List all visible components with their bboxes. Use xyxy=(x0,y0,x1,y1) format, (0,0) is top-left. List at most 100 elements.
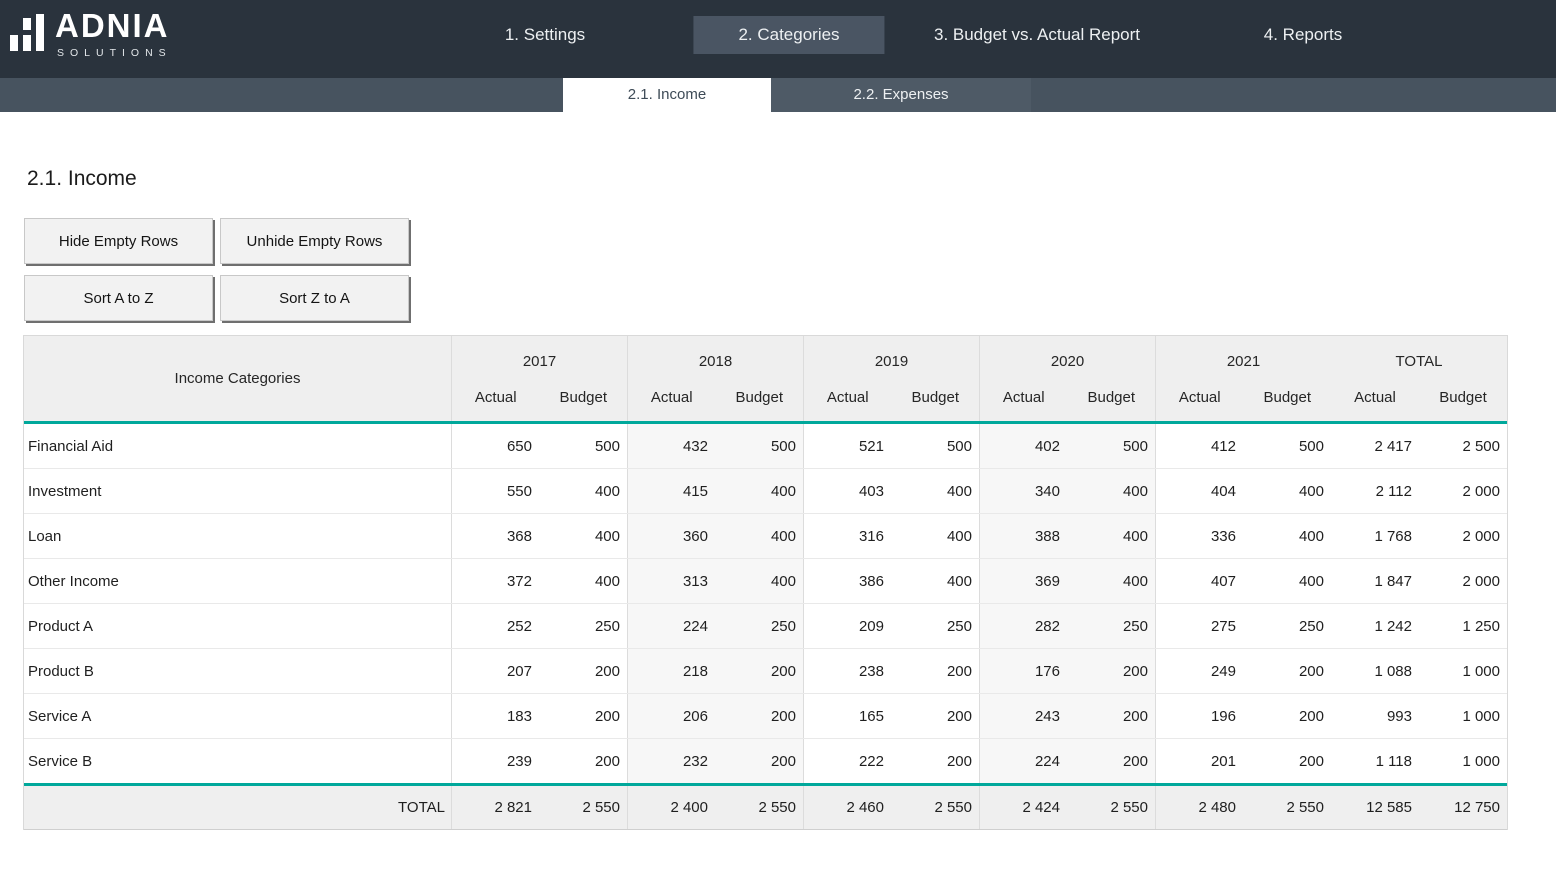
value-cell[interactable]: 368 xyxy=(451,514,539,558)
value-cell[interactable]: 196 xyxy=(1155,694,1243,738)
value-cell[interactable]: 500 xyxy=(715,424,803,468)
value-cell[interactable]: 407 xyxy=(1155,559,1243,603)
value-cell[interactable]: 200 xyxy=(1243,739,1331,783)
value-cell[interactable]: 224 xyxy=(627,604,715,648)
value-cell[interactable]: 400 xyxy=(1243,514,1331,558)
value-cell[interactable]: 2 000 xyxy=(1419,559,1507,603)
value-cell[interactable]: 400 xyxy=(715,559,803,603)
value-cell[interactable]: 316 xyxy=(803,514,891,558)
value-cell[interactable]: 340 xyxy=(979,469,1067,513)
value-cell[interactable]: 402 xyxy=(979,424,1067,468)
value-cell[interactable]: 500 xyxy=(1243,424,1331,468)
value-cell[interactable]: 412 xyxy=(1155,424,1243,468)
value-cell[interactable]: 400 xyxy=(891,559,979,603)
value-cell[interactable]: 200 xyxy=(715,739,803,783)
value-cell[interactable]: 200 xyxy=(539,739,627,783)
nav-tab-settings[interactable]: 1. Settings xyxy=(460,16,630,54)
subnav-tab-income[interactable]: 2.1. Income xyxy=(563,78,771,112)
category-cell[interactable]: Service B xyxy=(24,739,451,783)
value-cell[interactable]: 200 xyxy=(1243,694,1331,738)
sort-z-to-a-button[interactable]: Sort Z to A xyxy=(220,275,409,321)
category-cell[interactable]: Product A xyxy=(24,604,451,648)
value-cell[interactable]: 415 xyxy=(627,469,715,513)
value-cell[interactable]: 282 xyxy=(979,604,1067,648)
value-cell[interactable]: 238 xyxy=(803,649,891,693)
nav-tab-budget-vs-actual-report[interactable]: 3. Budget vs. Actual Report xyxy=(889,16,1185,54)
sort-a-to-z-button[interactable]: Sort A to Z xyxy=(24,275,213,321)
value-cell[interactable]: 222 xyxy=(803,739,891,783)
subnav-tab-expenses[interactable]: 2.2. Expenses xyxy=(771,78,1031,112)
category-cell[interactable]: Product B xyxy=(24,649,451,693)
value-cell[interactable]: 232 xyxy=(627,739,715,783)
value-cell[interactable]: 1 847 xyxy=(1331,559,1419,603)
value-cell[interactable]: 521 xyxy=(803,424,891,468)
category-cell[interactable]: Investment xyxy=(24,469,451,513)
value-cell[interactable]: 250 xyxy=(1067,604,1155,648)
value-cell[interactable]: 313 xyxy=(627,559,715,603)
value-cell[interactable]: 1 768 xyxy=(1331,514,1419,558)
value-cell[interactable]: 550 xyxy=(451,469,539,513)
value-cell[interactable]: 200 xyxy=(891,694,979,738)
value-cell[interactable]: 200 xyxy=(1067,694,1155,738)
value-cell[interactable]: 400 xyxy=(1243,469,1331,513)
category-cell[interactable]: Loan xyxy=(24,514,451,558)
value-cell[interactable]: 200 xyxy=(539,649,627,693)
value-cell[interactable]: 1 000 xyxy=(1419,739,1507,783)
value-cell[interactable]: 224 xyxy=(979,739,1067,783)
category-cell[interactable]: Financial Aid xyxy=(24,424,451,468)
value-cell[interactable]: 400 xyxy=(891,514,979,558)
value-cell[interactable]: 403 xyxy=(803,469,891,513)
value-cell[interactable]: 400 xyxy=(715,469,803,513)
value-cell[interactable]: 400 xyxy=(891,469,979,513)
value-cell[interactable]: 207 xyxy=(451,649,539,693)
value-cell[interactable]: 200 xyxy=(539,694,627,738)
value-cell[interactable]: 201 xyxy=(1155,739,1243,783)
value-cell[interactable]: 404 xyxy=(1155,469,1243,513)
value-cell[interactable]: 360 xyxy=(627,514,715,558)
value-cell[interactable]: 372 xyxy=(451,559,539,603)
value-cell[interactable]: 500 xyxy=(891,424,979,468)
value-cell[interactable]: 209 xyxy=(803,604,891,648)
value-cell[interactable]: 1 088 xyxy=(1331,649,1419,693)
value-cell[interactable]: 400 xyxy=(539,514,627,558)
value-cell[interactable]: 1 000 xyxy=(1419,649,1507,693)
value-cell[interactable]: 200 xyxy=(715,649,803,693)
value-cell[interactable]: 243 xyxy=(979,694,1067,738)
value-cell[interactable]: 2 000 xyxy=(1419,469,1507,513)
value-cell[interactable]: 250 xyxy=(715,604,803,648)
value-cell[interactable]: 250 xyxy=(891,604,979,648)
value-cell[interactable]: 432 xyxy=(627,424,715,468)
value-cell[interactable]: 249 xyxy=(1155,649,1243,693)
value-cell[interactable]: 176 xyxy=(979,649,1067,693)
value-cell[interactable]: 200 xyxy=(891,739,979,783)
value-cell[interactable]: 2 417 xyxy=(1331,424,1419,468)
value-cell[interactable]: 200 xyxy=(1067,739,1155,783)
value-cell[interactable]: 1 250 xyxy=(1419,604,1507,648)
value-cell[interactable]: 200 xyxy=(891,649,979,693)
value-cell[interactable]: 206 xyxy=(627,694,715,738)
value-cell[interactable]: 250 xyxy=(1243,604,1331,648)
value-cell[interactable]: 400 xyxy=(1067,469,1155,513)
nav-tab-reports[interactable]: 4. Reports xyxy=(1219,16,1387,54)
value-cell[interactable]: 165 xyxy=(803,694,891,738)
value-cell[interactable]: 400 xyxy=(1243,559,1331,603)
value-cell[interactable]: 400 xyxy=(1067,559,1155,603)
value-cell[interactable]: 252 xyxy=(451,604,539,648)
value-cell[interactable]: 200 xyxy=(715,694,803,738)
unhide-empty-rows-button[interactable]: Unhide Empty Rows xyxy=(220,218,409,264)
value-cell[interactable]: 2 112 xyxy=(1331,469,1419,513)
value-cell[interactable]: 336 xyxy=(1155,514,1243,558)
value-cell[interactable]: 388 xyxy=(979,514,1067,558)
value-cell[interactable]: 250 xyxy=(539,604,627,648)
value-cell[interactable]: 183 xyxy=(451,694,539,738)
value-cell[interactable]: 369 xyxy=(979,559,1067,603)
value-cell[interactable]: 650 xyxy=(451,424,539,468)
value-cell[interactable]: 200 xyxy=(1243,649,1331,693)
value-cell[interactable]: 239 xyxy=(451,739,539,783)
value-cell[interactable]: 400 xyxy=(1067,514,1155,558)
value-cell[interactable]: 218 xyxy=(627,649,715,693)
value-cell[interactable]: 1 000 xyxy=(1419,694,1507,738)
value-cell[interactable]: 400 xyxy=(539,559,627,603)
value-cell[interactable]: 275 xyxy=(1155,604,1243,648)
value-cell[interactable]: 400 xyxy=(539,469,627,513)
